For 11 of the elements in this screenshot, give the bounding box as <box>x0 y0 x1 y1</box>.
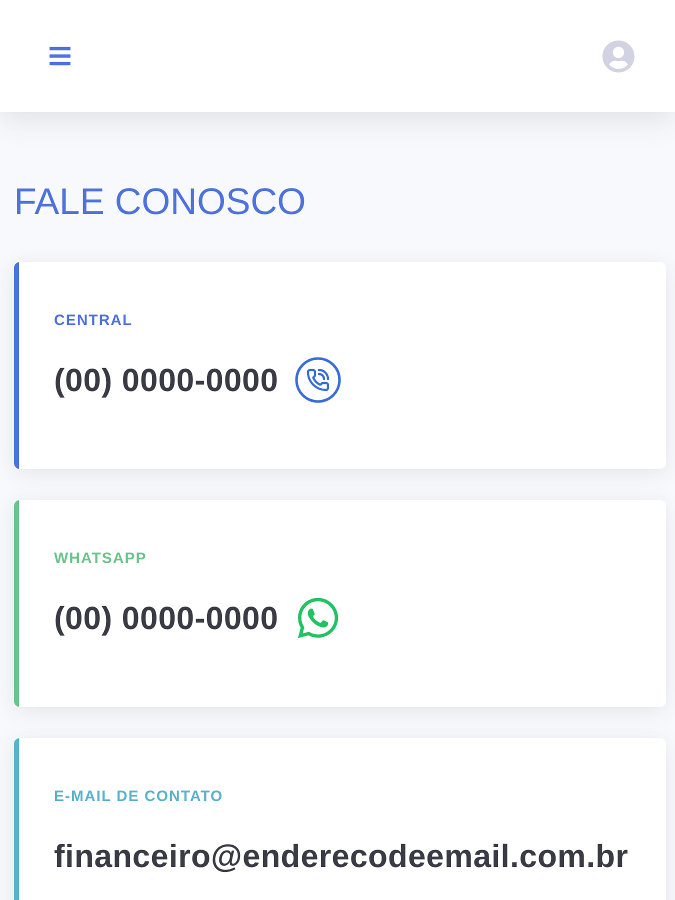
contact-value: financeiro@enderecodeemail.com.br <box>54 837 628 876</box>
contact-label: CENTRAL <box>54 312 134 330</box>
user-avatar-icon <box>602 40 635 72</box>
contact-label: E-MAIL DE CONTATO <box>54 788 224 806</box>
page-title: FALE CONOSCO <box>14 180 307 224</box>
phone-icon <box>295 357 342 403</box>
menu-icon <box>48 44 72 68</box>
menu-button[interactable] <box>48 44 72 68</box>
contact-value: (00) 0000-0000 <box>54 599 278 638</box>
contact-label: WHATSAPP <box>54 550 148 568</box>
contact-value: (00) 0000-0000 <box>54 361 278 400</box>
